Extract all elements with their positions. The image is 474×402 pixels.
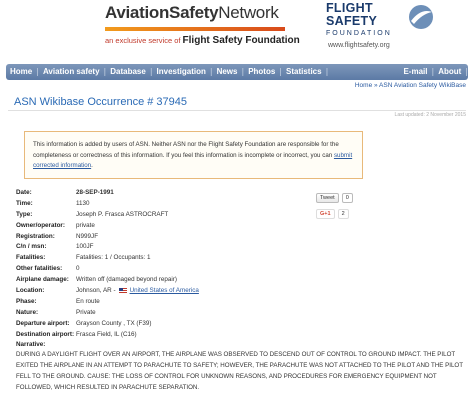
gplus-widget: G+1 2 xyxy=(316,209,349,219)
owner-value: private xyxy=(76,221,95,229)
asn-title-safety: Safety xyxy=(169,3,219,22)
departure-label: Departure airport: xyxy=(16,319,70,327)
detail-row-fatalities: Fatalities: Fatalities: 1 / Occupants: 1 xyxy=(16,253,199,264)
site-header: AviationSafetyNetwork an exclusive servi… xyxy=(0,0,474,62)
fsf-foundation: FOUNDATION xyxy=(326,30,392,37)
occurrence-details: Date: 28-SEP-1991 Time: 1130 Type: Joseph P… xyxy=(16,188,199,351)
detail-row-location: Location: Johnson, AR - United States of A… xyxy=(16,286,199,297)
nav-photos[interactable]: Photos xyxy=(244,64,279,80)
page-title: ASN Wikibase Occurrence # 37945 xyxy=(14,96,188,108)
detail-row-cn: C/n / msn: 100JF xyxy=(16,242,199,253)
departure-value: Grayson County , TX (F39) xyxy=(76,319,152,327)
location-label: Location: xyxy=(16,287,45,295)
other-fatalities-value: 0 xyxy=(76,265,80,273)
detail-row-type: Type: Joseph P. Frasca ASTROCRAFT xyxy=(16,210,199,221)
damage-label: Airplane damage: xyxy=(16,276,69,284)
type-value: Joseph P. Frasca ASTROCRAFT xyxy=(76,210,169,218)
nav-statistics[interactable]: Statistics xyxy=(282,64,326,80)
other-fatalities-label: Other fatalities: xyxy=(16,265,63,273)
detail-row-nature: Nature: Private xyxy=(16,308,199,319)
asn-subtitle-prefix: an exclusive service of xyxy=(105,36,181,45)
fsf-line1: FLIGHT xyxy=(326,1,373,15)
nav-home[interactable]: Home xyxy=(6,64,36,80)
title-divider xyxy=(8,110,466,111)
country-link[interactable]: United States of America xyxy=(130,287,199,294)
registration-value: N999JF xyxy=(76,232,99,240)
tweet-count: 0 xyxy=(341,193,353,203)
tweet-button[interactable]: Tweet xyxy=(316,193,339,203)
us-flag-icon xyxy=(118,287,127,293)
detail-row-damage: Airplane damage: Written off (damaged bey… xyxy=(16,275,199,286)
asn-logo-subtitle: an exclusive service of Flight Safety Fo… xyxy=(105,35,300,46)
date-value: 28-SEP-1991 xyxy=(76,189,114,196)
disclaimer-box: This information is added by users of AS… xyxy=(24,131,363,179)
fatalities-value: Fatalities: 1 / Occupants: 1 xyxy=(76,254,151,262)
time-label: Time: xyxy=(16,199,33,207)
nav-investigation[interactable]: Investigation xyxy=(153,64,210,80)
fsf-globe-icon xyxy=(409,5,433,29)
nav-separator: | xyxy=(465,67,468,76)
location-text: Johnson, AR - xyxy=(76,287,116,295)
detail-row-registration: Registration: N999JF xyxy=(16,232,199,243)
narrative-text: DURING A DAYLIGHT FLIGHT OVER AN AIRPORT… xyxy=(16,351,463,391)
registration-label: Registration: xyxy=(16,232,55,240)
main-nav: Home | Aviation safety | Database | Investi… xyxy=(6,64,468,80)
fsf-logo-text: FLIGHT SAFETY xyxy=(326,2,377,28)
damage-value: Written off (damaged beyond repair) xyxy=(76,276,177,284)
asn-subtitle-org: Flight Safety Foundation xyxy=(182,35,300,46)
date-label: Date: xyxy=(16,189,32,196)
destination-label: Destination airport: xyxy=(16,330,75,338)
asn-title-aviation: Aviation xyxy=(105,3,170,22)
nature-value: Private xyxy=(76,308,96,316)
detail-row-other-fatalities: Other fatalities: 0 xyxy=(16,264,199,275)
nav-aviation-safety[interactable]: Aviation safety xyxy=(39,64,104,80)
nav-database[interactable]: Database xyxy=(106,64,150,80)
breadcrumb[interactable]: Home » ASN Aviation Safety WikiBase xyxy=(355,82,466,89)
asn-logo-bar xyxy=(105,27,285,31)
nav-news[interactable]: News xyxy=(213,64,242,80)
disclaimer-end: . xyxy=(91,162,93,169)
fsf-line2: SAFETY xyxy=(326,14,378,28)
nav-about[interactable]: About xyxy=(434,64,465,80)
cn-value: 100JF xyxy=(76,243,94,251)
asn-title-network: Network xyxy=(218,3,279,22)
phase-label: Phase: xyxy=(16,297,37,305)
fsf-logo[interactable]: FLIGHT SAFETY FOUNDATION www.flightsafety… xyxy=(326,2,436,57)
nav-email[interactable]: E-mail xyxy=(399,64,431,80)
type-label: Type: xyxy=(16,210,33,218)
last-updated: Last updated: 2 November 2015 xyxy=(394,112,466,118)
nature-label: Nature: xyxy=(16,308,39,316)
cn-label: C/n / msn: xyxy=(16,243,47,251)
gplus-count: 2 xyxy=(337,209,349,219)
detail-row-destination: Destination airport: Frasca Field, IL (C1… xyxy=(16,330,199,341)
phase-value: En route xyxy=(76,297,100,305)
time-value: 1130 xyxy=(76,199,90,207)
destination-value: Frasca Field, IL (C16) xyxy=(76,330,137,338)
detail-row-phase: Phase: En route xyxy=(16,297,199,308)
detail-row-departure: Departure airport: Grayson County , TX (F… xyxy=(16,319,199,330)
nav-separator: | xyxy=(325,67,329,76)
fatalities-label: Fatalities: xyxy=(16,254,46,262)
tweet-widget: Tweet 0 xyxy=(316,193,353,203)
detail-row-owner: Owner/operator: private xyxy=(16,221,199,232)
asn-logo-title: AviationSafetyNetwork xyxy=(105,4,305,22)
location-value: Johnson, AR - United States of America xyxy=(76,286,199,297)
gplus-button[interactable]: G+1 xyxy=(316,209,335,219)
owner-label: Owner/operator: xyxy=(16,221,65,229)
asn-logo[interactable]: AviationSafetyNetwork an exclusive servi… xyxy=(105,4,305,46)
fsf-url: www.flightsafety.org xyxy=(328,42,390,49)
disclaimer-text: This information is added by users of AS… xyxy=(33,141,339,159)
detail-row-date: Date: 28-SEP-1991 xyxy=(16,188,199,199)
detail-row-time: Time: 1130 xyxy=(16,199,199,210)
